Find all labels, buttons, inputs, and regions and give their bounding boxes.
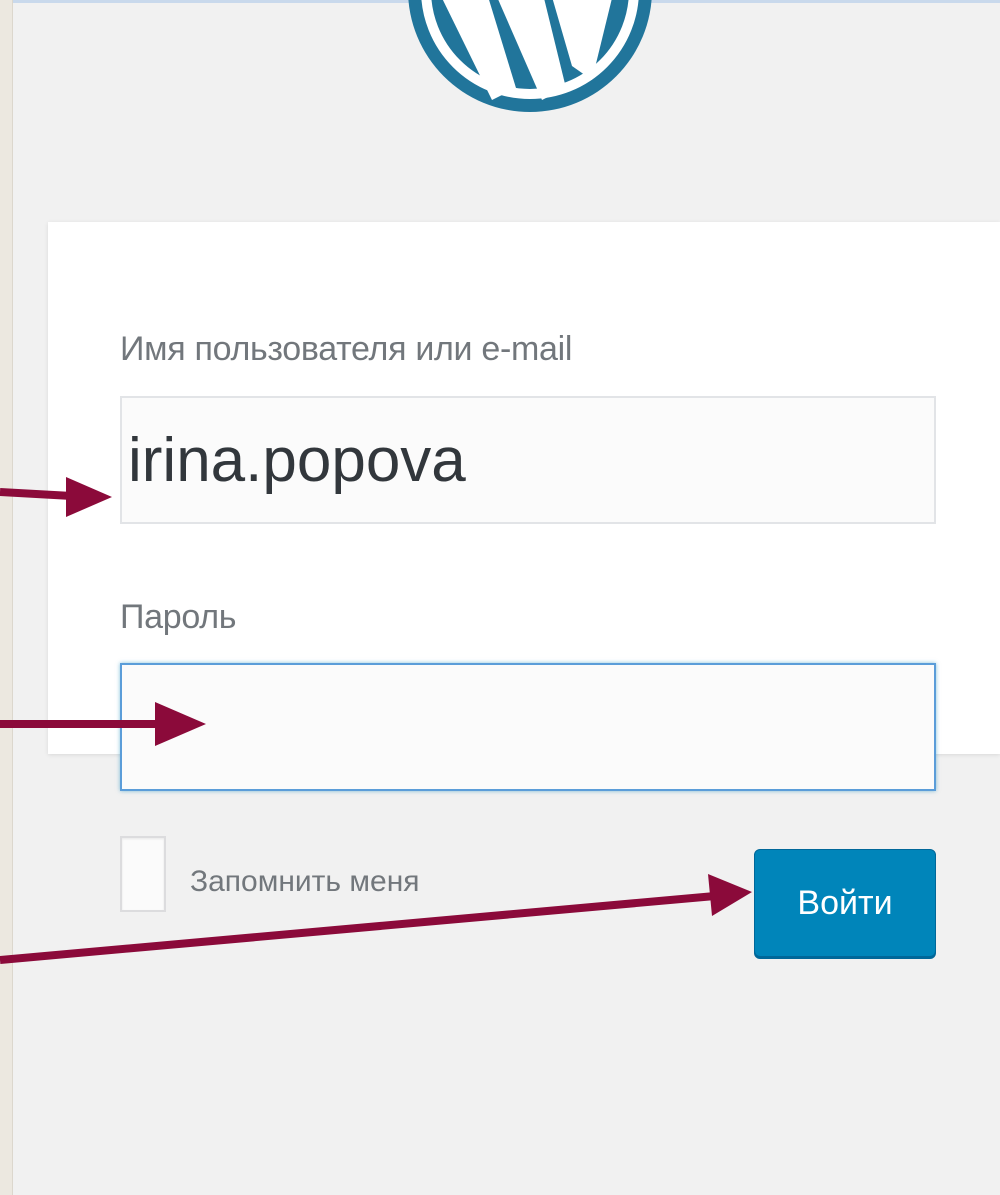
remember-me-checkbox[interactable] [120,836,166,912]
login-submit-button[interactable]: Войти [754,849,936,957]
wordpress-logo-icon[interactable] [400,0,660,140]
password-input[interactable] [120,663,936,791]
username-input[interactable] [120,396,936,524]
password-label: Пароль [120,598,237,636]
remember-me-label: Запомнить меня [190,865,420,898]
login-page: Имя пользователя или e-mail Пароль Запом… [0,0,1000,1195]
username-label: Имя пользователя или e-mail [120,330,573,368]
left-window-strip [0,0,13,1195]
